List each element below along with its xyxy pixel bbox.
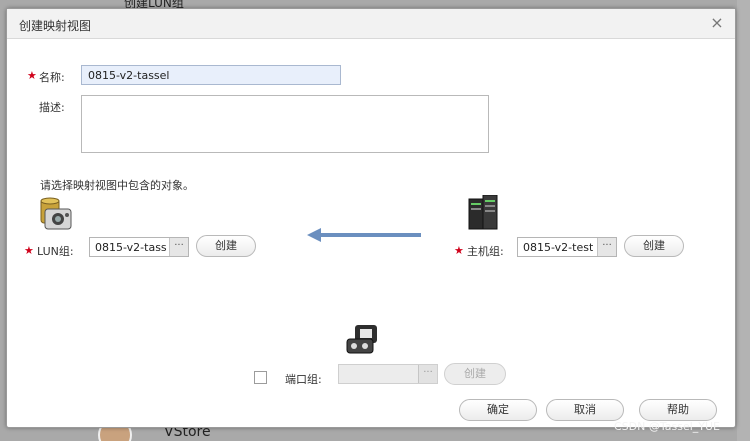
host-group-value: 0815-v2-test xyxy=(523,241,594,254)
name-label: 名称: xyxy=(39,71,65,84)
close-icon[interactable]: × xyxy=(709,15,725,31)
lun-group-browse-button[interactable]: ··· xyxy=(169,238,188,256)
port-group-label: 端口组: xyxy=(285,373,322,386)
host-group-label: 主机组: xyxy=(467,245,504,258)
description-textarea[interactable] xyxy=(81,95,489,153)
cancel-button[interactable]: 取消 xyxy=(546,399,624,421)
host-group-required-marker: ★ xyxy=(454,244,464,257)
background-right-panel xyxy=(737,0,750,441)
watermark-text: CSDN @Tassel_YUE xyxy=(614,420,721,433)
mapping-arrows xyxy=(297,228,433,313)
lun-group-icon xyxy=(40,197,72,230)
host-group-icon xyxy=(468,195,498,230)
port-group-checkbox[interactable] xyxy=(254,371,267,384)
name-required-marker: ★ xyxy=(27,69,37,82)
description-label: 描述: xyxy=(39,101,65,114)
host-group-browse-button[interactable]: ··· xyxy=(597,238,616,256)
lun-group-value: 0815-v2-tass xyxy=(95,241,167,254)
lun-group-selector[interactable]: 0815-v2-tass ··· xyxy=(89,237,189,257)
port-group-selector[interactable]: ··· xyxy=(338,364,438,384)
port-group-icon xyxy=(346,325,377,354)
host-to-lun-arrow-icon xyxy=(307,228,321,242)
lun-group-required-marker: ★ xyxy=(24,244,34,257)
select-objects-hint: 请选择映射视图中包含的对象。 xyxy=(40,179,194,192)
create-lun-group-button[interactable]: 创建 xyxy=(196,235,256,257)
create-port-group-button[interactable]: 创建 xyxy=(444,363,506,385)
create-mapping-view-dialog: 创建映射视图 × ★ 名称: 0815-v2-tassel 描述: 请选择映射视… xyxy=(6,8,736,428)
name-input[interactable]: 0815-v2-tassel xyxy=(81,65,341,85)
create-host-group-button[interactable]: 创建 xyxy=(624,235,684,257)
dialog-title: 创建映射视图 xyxy=(19,19,92,33)
lun-group-label: LUN组: xyxy=(37,245,74,258)
dialog-titlebar: 创建映射视图 × xyxy=(7,9,735,39)
help-button[interactable]: 帮助 xyxy=(639,399,717,421)
port-group-browse-button[interactable]: ··· xyxy=(418,365,437,383)
ok-button[interactable]: 确定 xyxy=(459,399,537,421)
host-group-selector[interactable]: 0815-v2-test ··· xyxy=(517,237,617,257)
